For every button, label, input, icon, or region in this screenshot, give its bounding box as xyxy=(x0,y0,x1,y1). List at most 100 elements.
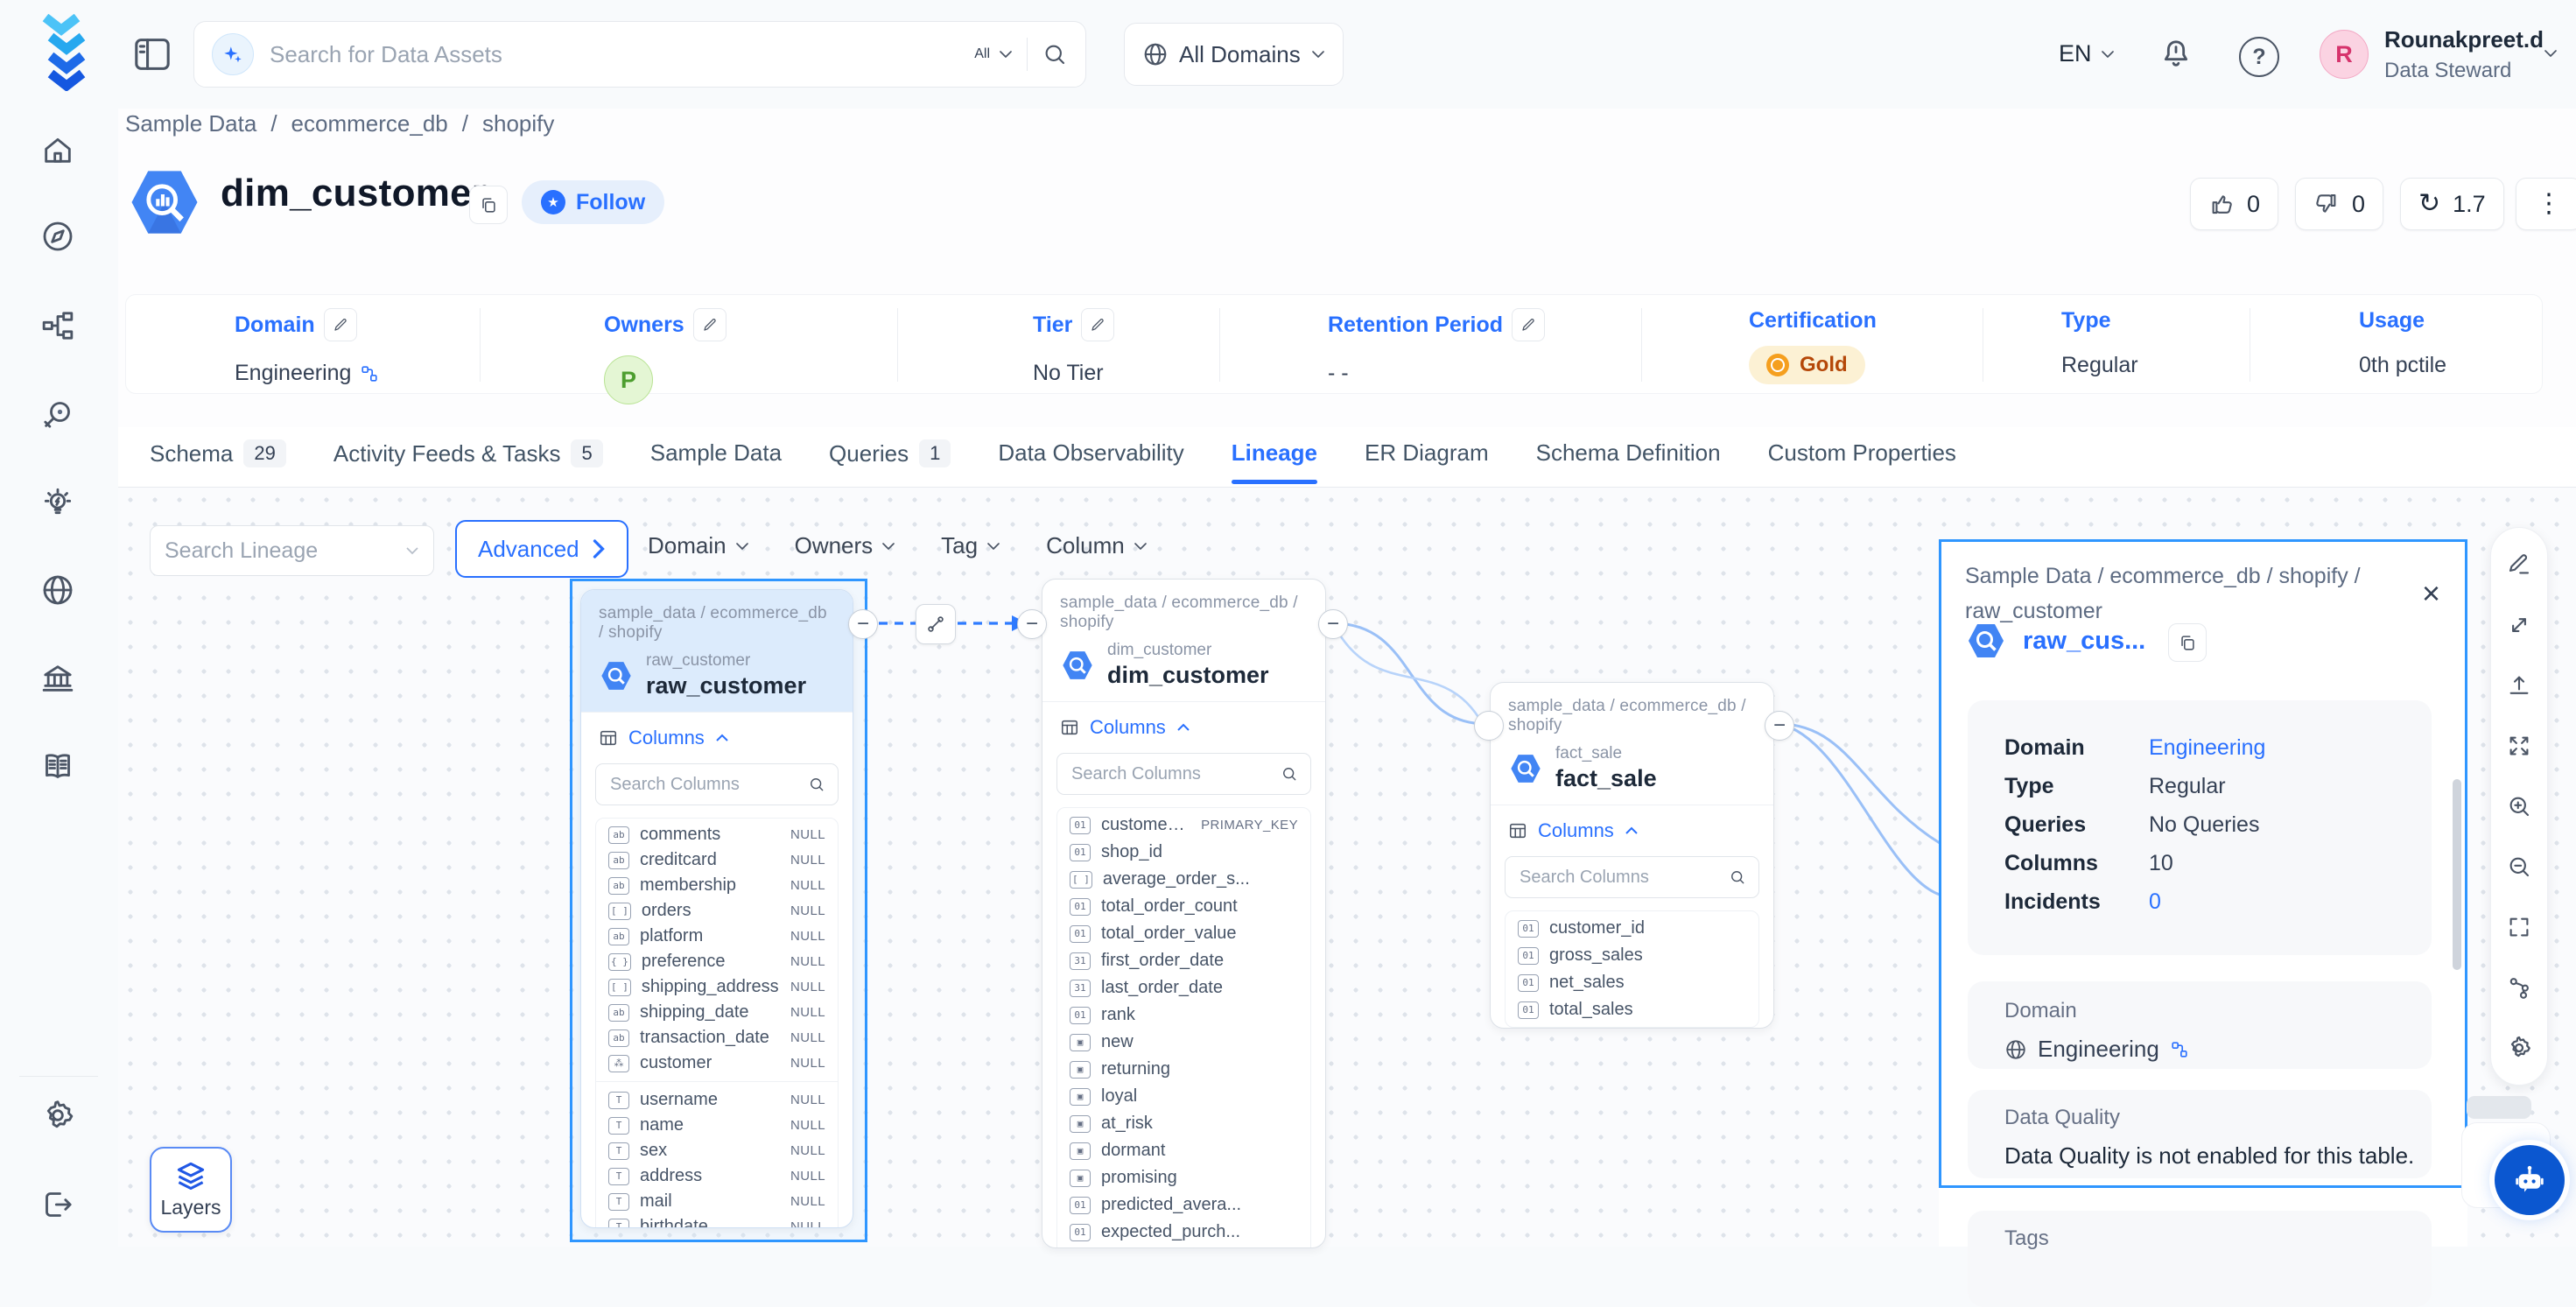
copy-entity-icon[interactable] xyxy=(2168,623,2207,662)
panel-entity-link[interactable]: raw_cus... xyxy=(2023,627,2145,656)
text-icon: T xyxy=(608,1219,629,1229)
string-icon: ab xyxy=(608,1004,629,1022)
column-row[interactable]: ab creditcard NULL xyxy=(596,847,838,873)
column-row[interactable]: ab membership NULL xyxy=(596,873,838,898)
node-port-handle[interactable] xyxy=(1474,711,1504,741)
edit-lineage-icon[interactable] xyxy=(2505,551,2533,579)
column-row[interactable]: ▣ new xyxy=(1057,1029,1310,1056)
column-row[interactable]: 01 shop_id xyxy=(1057,839,1310,866)
column-row[interactable]: T sex NULL xyxy=(596,1138,838,1163)
zoom-in-icon[interactable] xyxy=(2505,792,2533,820)
numeric-icon: 01 xyxy=(1070,898,1091,916)
column-search-input[interactable] xyxy=(608,774,801,796)
column-search-input[interactable] xyxy=(1070,763,1274,785)
column-row[interactable]: 01 predicted_avera... xyxy=(1057,1191,1310,1219)
column-row[interactable]: 31 last_order_date xyxy=(1057,974,1310,1001)
column-row[interactable]: T address NULL xyxy=(596,1163,838,1189)
edge-function-icon xyxy=(925,614,946,635)
column-row[interactable]: ▣ returning xyxy=(1057,1056,1310,1083)
collapse-handle[interactable]: − xyxy=(1765,711,1794,741)
text-icon: T xyxy=(608,1142,629,1160)
layers-icon xyxy=(172,1161,209,1191)
column-row[interactable]: 01 customer_id PRIMARY_KEY xyxy=(1057,812,1310,839)
column-row[interactable]: ab platform NULL xyxy=(596,924,838,949)
column-row[interactable]: [ ] average_order_s... xyxy=(1057,866,1310,893)
array-icon: [ ] xyxy=(1070,871,1092,889)
string-icon: ab xyxy=(608,928,629,945)
lineage-node-dim-customer[interactable]: sample_data / ecommerce_db / shopify dim… xyxy=(1042,579,1326,1248)
node-name-small: dim_customer xyxy=(1107,641,1269,660)
column-row[interactable]: { } preference NULL xyxy=(596,949,838,974)
lineage-flow-icon[interactable] xyxy=(2505,973,2533,1001)
globe-icon xyxy=(2004,1038,2027,1061)
close-icon[interactable]: × xyxy=(2422,578,2440,609)
panel-summary-card: Domain Engineering Type Regular Queries … xyxy=(1968,700,2432,955)
column-row[interactable]: ▣ promising xyxy=(1057,1164,1310,1191)
column-row[interactable]: 01 gross_sales xyxy=(1506,942,1758,969)
column-row[interactable]: T first_name xyxy=(1057,1246,1310,1248)
node-columns-toggle[interactable]: Columns xyxy=(1042,702,1325,749)
column-row[interactable]: [ ] orders NULL xyxy=(596,898,838,924)
column-row[interactable]: 01 customer_id xyxy=(1506,915,1758,942)
string-icon: ab xyxy=(608,852,629,869)
group-icon: ⁂ xyxy=(608,1055,629,1072)
column-row[interactable]: ⁂ customer NULL xyxy=(596,1051,838,1076)
node-columns-toggle[interactable]: Columns xyxy=(1491,805,1773,853)
numeric-icon: 01 xyxy=(1518,1001,1539,1019)
domain-link-icon[interactable] xyxy=(2170,1040,2189,1059)
boolean-icon: ▣ xyxy=(1070,1061,1091,1079)
column-row[interactable]: [ ] shipping_address NULL xyxy=(596,974,838,1000)
lineage-settings-icon[interactable] xyxy=(2505,1034,2533,1062)
node-breadcrumb: sample_data / ecommerce_db / shopify xyxy=(599,604,835,643)
column-row[interactable]: ab comments NULL xyxy=(596,822,838,847)
panel-breadcrumb[interactable]: Sample Data / ecommerce_db / shopify / r… xyxy=(1965,559,2376,629)
edge-function-button[interactable] xyxy=(916,604,956,644)
fullscreen-icon[interactable] xyxy=(2505,913,2533,941)
array-icon: [ ] xyxy=(608,979,631,996)
column-search-input[interactable] xyxy=(1518,867,1722,889)
column-row[interactable]: T birthdate NULL xyxy=(596,1214,838,1228)
column-row[interactable]: ▣ at_risk xyxy=(1057,1110,1310,1137)
collapse-handle[interactable]: − xyxy=(1318,609,1348,639)
column-row[interactable]: ab shipping_date NULL xyxy=(596,1000,838,1025)
expand-collapse-icon[interactable] xyxy=(2505,611,2533,639)
column-row[interactable]: ab transaction_date NULL xyxy=(596,1025,838,1051)
node-name: dim_customer xyxy=(1107,662,1269,689)
bigquery-icon xyxy=(1508,751,1543,786)
panel-scrollbar[interactable] xyxy=(2453,779,2461,970)
column-row[interactable]: ▣ dormant xyxy=(1057,1137,1310,1164)
column-row[interactable]: ▣ loyal xyxy=(1057,1083,1310,1110)
column-row[interactable]: 01 total_order_value xyxy=(1057,920,1310,947)
date-icon: 31 xyxy=(1070,952,1091,970)
column-row[interactable]: 01 total_order_count xyxy=(1057,893,1310,920)
summary-row: Queries No Queries xyxy=(2004,812,2432,838)
layers-button[interactable]: Layers xyxy=(150,1147,232,1233)
collapse-handle[interactable]: − xyxy=(848,609,878,639)
column-row[interactable]: 01 expected_purch... xyxy=(1057,1219,1310,1246)
numeric-icon: 01 xyxy=(1070,1197,1091,1214)
summary-value: Regular xyxy=(2149,774,2226,799)
column-row[interactable]: T mail NULL xyxy=(596,1189,838,1214)
lineage-node-raw-customer[interactable]: sample_data / ecommerce_db / shopify raw… xyxy=(580,589,853,1228)
node-column-search[interactable] xyxy=(1505,856,1759,898)
column-row[interactable]: 01 rank xyxy=(1057,1001,1310,1029)
hidden-scroll-pill xyxy=(2467,1096,2531,1119)
numeric-icon: 01 xyxy=(1070,1224,1091,1241)
export-icon[interactable] xyxy=(2505,671,2533,699)
column-row[interactable]: 31 first_order_date xyxy=(1057,947,1310,974)
collapse-handle[interactable]: − xyxy=(1017,609,1047,639)
node-column-search[interactable] xyxy=(1056,753,1311,795)
boolean-icon: ▣ xyxy=(1070,1034,1091,1051)
node-name-small: fact_sale xyxy=(1555,744,1657,763)
search-icon xyxy=(1281,765,1298,783)
node-column-search[interactable] xyxy=(595,763,839,805)
column-row[interactable]: 01 net_sales xyxy=(1506,969,1758,996)
column-row[interactable]: 01 total_sales xyxy=(1506,996,1758,1023)
chat-bot-button[interactable] xyxy=(2495,1145,2565,1215)
lineage-node-fact-sale[interactable]: sample_data / ecommerce_db / shopify fac… xyxy=(1490,682,1774,1029)
node-columns-toggle[interactable]: Columns xyxy=(581,713,853,760)
fit-view-icon[interactable] xyxy=(2505,732,2533,760)
zoom-out-icon[interactable] xyxy=(2505,853,2533,881)
column-row[interactable]: T name NULL xyxy=(596,1113,838,1138)
column-row[interactable]: T username NULL xyxy=(596,1087,838,1113)
